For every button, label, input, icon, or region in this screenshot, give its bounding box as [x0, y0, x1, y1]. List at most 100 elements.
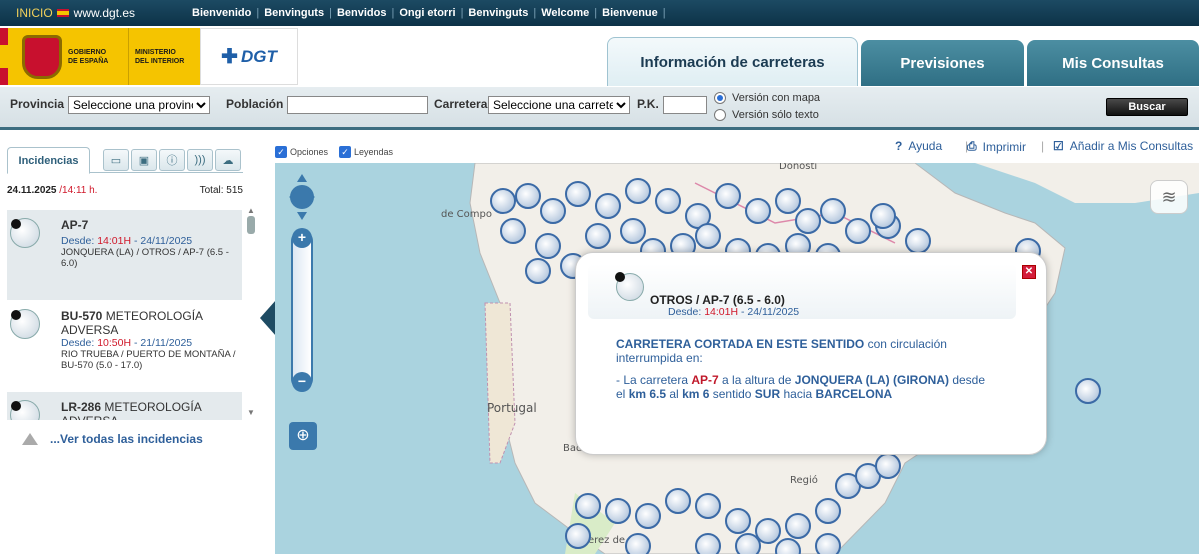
incident-marker-icon[interactable]	[695, 223, 721, 249]
incident-desde-label: Desde:	[61, 337, 98, 349]
incident-marker-icon[interactable]	[695, 533, 721, 554]
incident-item[interactable]: BU-570 METEOROLOGÍA ADVERSA Desde: 10:50…	[7, 301, 242, 392]
incident-marker-icon[interactable]	[870, 203, 896, 229]
incident-marker-icon[interactable]	[905, 228, 931, 254]
radio-dot[interactable]	[714, 109, 726, 121]
poblacion-input[interactable]	[287, 96, 428, 114]
imprimir-link[interactable]: ⎙ Imprimir	[967, 139, 1026, 154]
incident-marker-icon[interactable]	[655, 188, 681, 214]
popup-summary-bold: CARRETERA CORTADA EN ESTE SENTIDO	[616, 337, 865, 351]
scroll-up-icon[interactable]: ▲	[246, 206, 256, 215]
detail-km-start: km 6.5	[628, 387, 667, 401]
incident-marker-icon[interactable]	[620, 218, 646, 244]
radio-version-mapa-label: Versión con mapa	[732, 92, 821, 104]
incident-marker-icon[interactable]	[635, 503, 661, 529]
leyendas-checkbox[interactable]: ✓ Leyendas	[339, 146, 393, 158]
radio-version-mapa[interactable]: Versión con mapa	[714, 92, 820, 104]
tab-previsiones[interactable]: Previsiones	[861, 40, 1024, 86]
incident-marker-icon[interactable]	[845, 218, 871, 244]
map-label-region: Regió	[790, 475, 818, 486]
incident-marker-icon[interactable]	[745, 198, 771, 224]
zoom-in-button[interactable]: +	[292, 228, 312, 248]
gobierno-logo[interactable]: GOBIERNO DE ESPAÑA MINISTERIO DEL INTERIOR	[0, 28, 200, 85]
incident-scrollbar[interactable]: ▲ ▼	[246, 206, 256, 418]
incident-marker-icon[interactable]	[815, 498, 841, 524]
incident-marker-icon[interactable]	[595, 193, 621, 219]
incident-marker-icon[interactable]	[785, 513, 811, 539]
incident-marker-icon[interactable]	[795, 208, 821, 234]
info-icon[interactable]: ⓘ	[159, 149, 185, 171]
radio-icon[interactable]: )))	[187, 149, 213, 171]
incident-marker-icon[interactable]	[605, 498, 631, 524]
incident-marker-icon[interactable]	[565, 181, 591, 207]
incident-item[interactable]: LR-286 METEOROLOGÍA ADVERSA	[7, 392, 242, 420]
scroll-thumb[interactable]	[247, 216, 255, 234]
incident-marker-icon[interactable]	[715, 183, 741, 209]
weather-icon[interactable]: ☁	[215, 149, 241, 171]
carretera-select[interactable]: Seleccione una carretera	[488, 96, 630, 114]
zoom-box-icon[interactable]: ⊕	[289, 422, 317, 450]
date-bar: 24.11.2025 /14:11 h. Total: 515	[7, 185, 243, 196]
language-link[interactable]: Benvinguts	[463, 7, 533, 19]
language-link[interactable]: Bienvenido	[187, 7, 256, 19]
radio-dot-selected[interactable]	[714, 92, 726, 104]
language-link[interactable]: Benvinguts	[259, 7, 329, 19]
message-sign-icon[interactable]: ▣	[131, 149, 157, 171]
site-link[interactable]: www.dgt.es	[74, 6, 135, 20]
incident-marker-icon[interactable]	[735, 533, 761, 554]
incident-marker-icon[interactable]	[490, 188, 516, 214]
language-link[interactable]: Ongi etorri	[394, 7, 460, 19]
incident-marker-icon[interactable]	[665, 488, 691, 514]
incident-marker-icon[interactable]	[575, 493, 601, 519]
tab-mis-consultas[interactable]: Mis Consultas	[1027, 40, 1199, 86]
incident-marker-icon[interactable]	[585, 223, 611, 249]
incident-desde-label: Desde:	[61, 235, 98, 247]
incident-marker-icon[interactable]	[540, 198, 566, 224]
incident-marker-icon[interactable]	[565, 523, 591, 549]
anadir-link[interactable]: ☑ Añadir a Mis Consultas	[1053, 139, 1193, 153]
language-link[interactable]: Benvidos	[332, 7, 392, 19]
zoom-slider[interactable]	[291, 230, 313, 390]
buscar-button[interactable]: Buscar	[1106, 98, 1188, 116]
incident-road: BU-570	[61, 309, 103, 323]
incident-item[interactable]: AP-7 Desde: 14:01H - 24/11/2025 JONQUERA…	[7, 210, 242, 301]
triangle-icon	[22, 433, 38, 445]
radio-version-texto[interactable]: Versión sólo texto	[714, 109, 819, 121]
gob-line-2: DE ESPAÑA	[68, 57, 109, 65]
incident-marker-icon[interactable]	[625, 178, 651, 204]
incident-marker-icon[interactable]	[725, 508, 751, 534]
tab-incidencias[interactable]: Incidencias	[7, 147, 90, 174]
incident-marker-icon[interactable]	[695, 493, 721, 519]
collapse-panel-icon[interactable]	[260, 300, 276, 336]
language-link[interactable]: Bienvenue	[597, 7, 663, 19]
incident-marker-icon[interactable]	[500, 218, 526, 244]
close-icon[interactable]: ✕	[1022, 265, 1036, 279]
camera-icon[interactable]: ▭	[103, 149, 129, 171]
printer-icon: ⎙	[967, 139, 977, 153]
zoom-out-button[interactable]: −	[292, 372, 312, 392]
inicio-link[interactable]: INICIO	[16, 6, 53, 20]
incident-marker-icon[interactable]	[1075, 378, 1101, 404]
incident-marker-icon[interactable]	[815, 533, 841, 554]
layers-button[interactable]: ≋	[1150, 180, 1188, 214]
ver-todas-link[interactable]: ...Ver todas las incidencias	[22, 432, 203, 446]
scroll-down-icon[interactable]: ▼	[246, 408, 256, 417]
incident-marker-icon[interactable]	[515, 183, 541, 209]
incident-date: - 24/11/2025	[131, 235, 193, 247]
incident-marker-icon[interactable]	[875, 453, 901, 479]
dgt-logo[interactable]: ✚ DGT	[200, 28, 298, 85]
incident-marker-icon[interactable]	[525, 258, 551, 284]
incident-marker-icon[interactable]	[775, 188, 801, 214]
pk-input[interactable]	[663, 96, 707, 114]
incident-marker-icon[interactable]	[535, 233, 561, 259]
popup-hour: 14:01H	[704, 306, 739, 318]
detail-text: - La carretera	[616, 373, 692, 387]
pan-control-icon[interactable]	[288, 172, 316, 222]
provincia-select[interactable]: Seleccione una provincia	[68, 96, 210, 114]
language-link[interactable]: Welcome	[536, 7, 594, 19]
incident-marker-icon[interactable]	[820, 198, 846, 224]
ayuda-link[interactable]: ? Ayuda	[895, 139, 942, 153]
opciones-checkbox[interactable]: ✓ Opciones	[275, 146, 328, 158]
tab-informacion-carreteras[interactable]: Información de carreteras	[607, 37, 858, 86]
incident-marker-icon[interactable]	[625, 533, 651, 554]
